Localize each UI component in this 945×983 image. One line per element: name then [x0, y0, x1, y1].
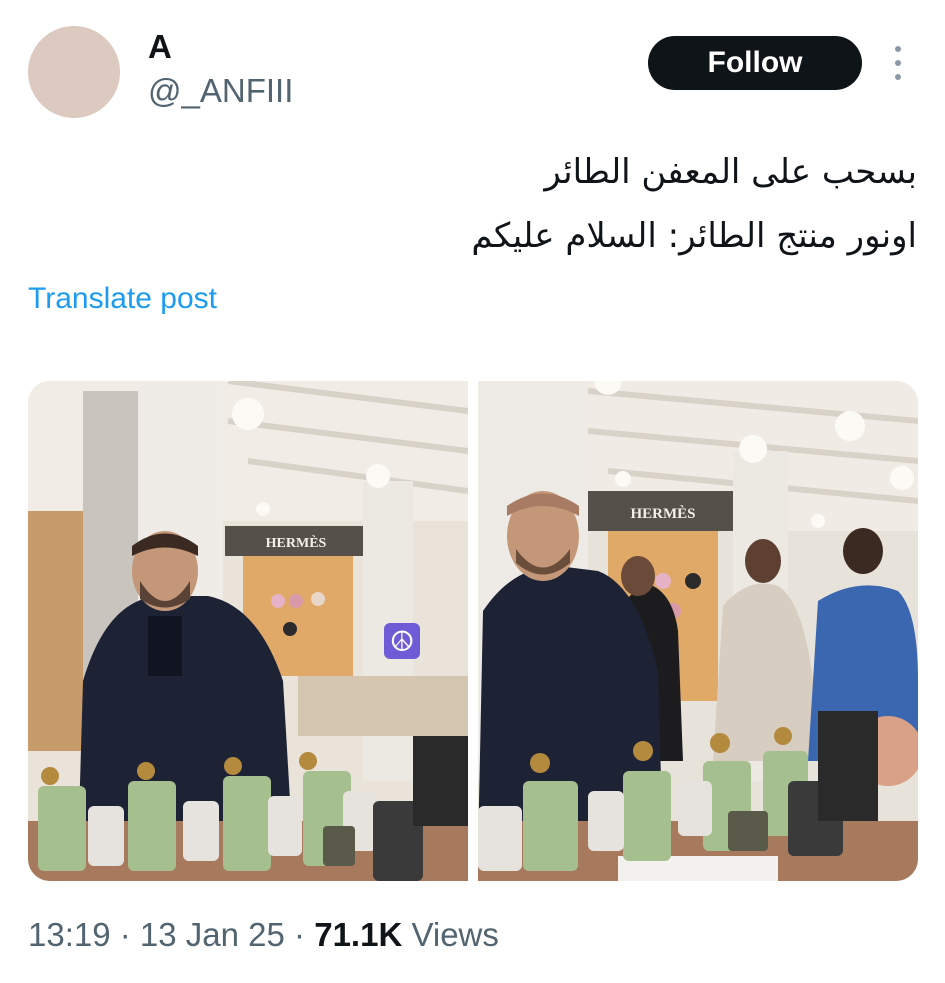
translate-post-link[interactable]: Translate post	[28, 282, 217, 316]
meta-separator: ·	[110, 916, 140, 953]
media-grid: HERMÈS ☮ HERMÈS	[28, 381, 918, 881]
tweet-time[interactable]: 13:19	[28, 916, 111, 953]
meta-separator-2: ·	[284, 916, 315, 953]
follow-button[interactable]: Follow	[648, 36, 862, 90]
tweet-meta: 13:19 · 13 Jan 25 · 71.1K Views	[28, 916, 499, 954]
photo-2[interactable]: HERMÈS	[478, 381, 918, 881]
tweet-text: بسحب على المعفن الطائر اونور منتج الطائر…	[37, 140, 917, 268]
tweet-line-2: اونور منتج الطائر: السلام عليكم	[471, 216, 917, 256]
peace-emoji: ☮	[389, 625, 414, 658]
tweet-date[interactable]: 13 Jan 25	[140, 916, 285, 953]
store-sign-2: HERMÈS	[630, 505, 695, 522]
user-handle[interactable]: @_ANFIII	[148, 72, 293, 110]
avatar[interactable]	[28, 26, 120, 118]
store-sign: HERMÈS	[266, 534, 327, 551]
display-name[interactable]: A	[148, 28, 172, 66]
views-label: Views	[402, 916, 499, 953]
photo-1[interactable]: HERMÈS ☮	[28, 381, 468, 881]
tweet-line-1: بسحب على المعفن الطائر	[544, 152, 917, 192]
views-count: 71.1K	[314, 916, 403, 953]
more-options-icon[interactable]	[888, 46, 908, 80]
